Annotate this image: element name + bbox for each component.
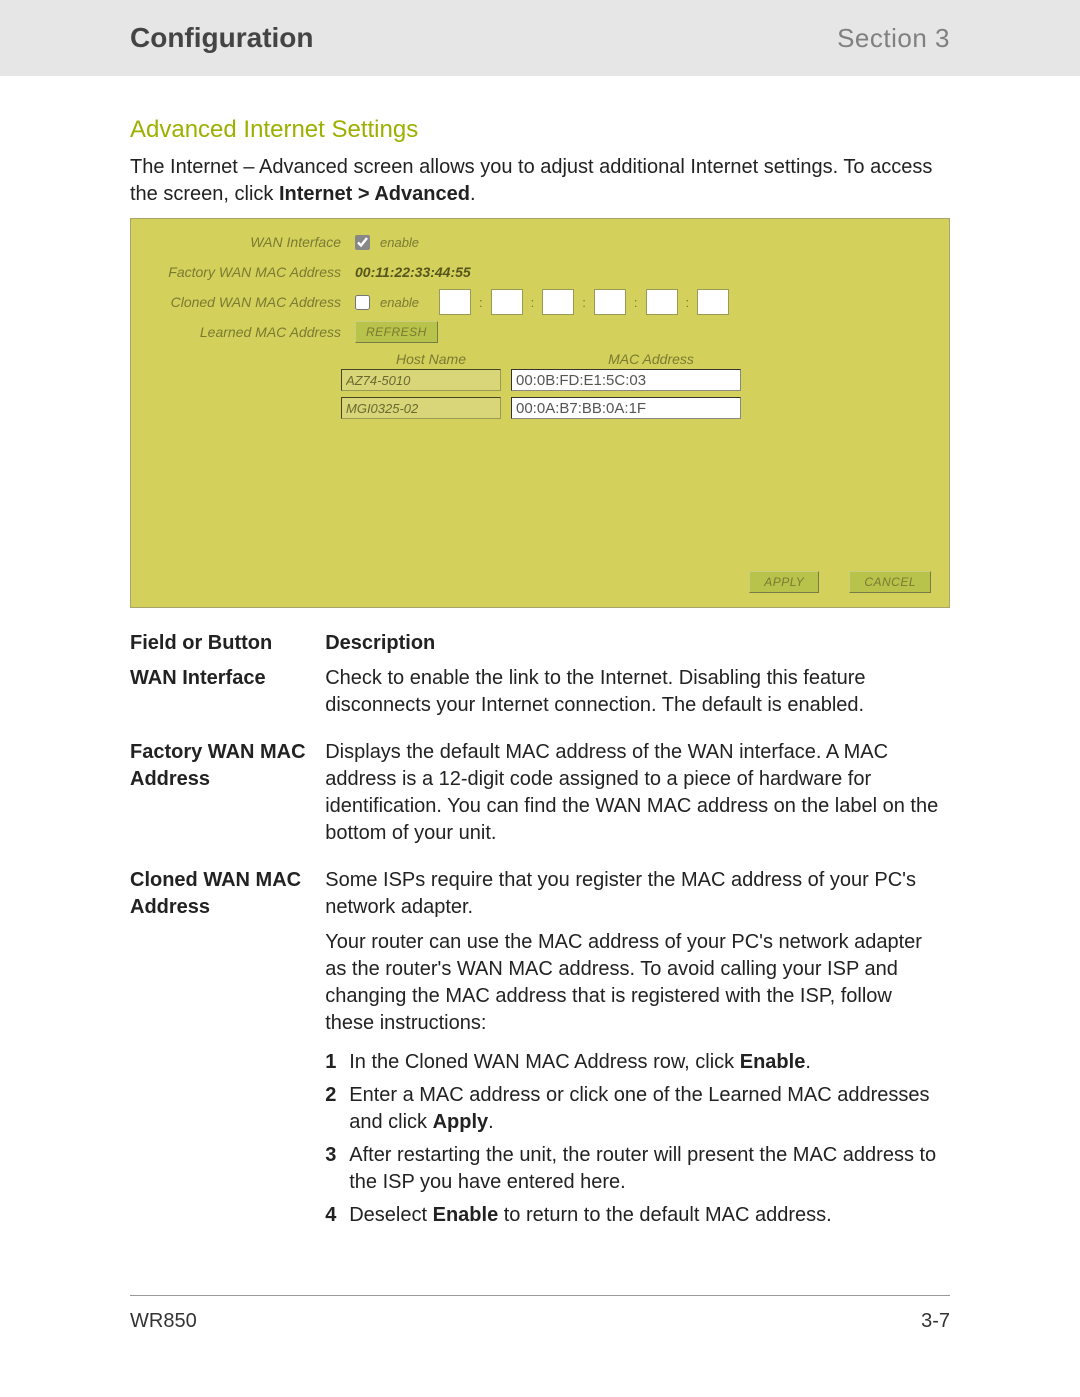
table-row (341, 369, 949, 391)
cloned-steps: 1 In the Cloned WAN MAC Address row, cli… (325, 1049, 942, 1229)
desc-cloned-mac: Some ISPs require that you register the … (325, 867, 950, 1255)
mac-sep: : (632, 295, 640, 310)
wan-enable-label: enable (376, 235, 419, 250)
intro-bold: Internet > Advanced (279, 183, 470, 205)
mac-sep: : (529, 295, 537, 310)
mac-address-field[interactable] (511, 397, 741, 419)
page-header: Configuration Section 3 (0, 0, 1080, 76)
footer-page: 3-7 (921, 1310, 950, 1333)
mac-sep: : (580, 295, 588, 310)
learned-table-header: Host Name MAC Address (341, 347, 949, 369)
mac-sep: : (477, 295, 485, 310)
page-footer: WR850 3-7 (0, 1296, 1080, 1393)
step-text: After restarting the unit, the router wi… (349, 1144, 936, 1193)
field-wan-interface: WAN Interface (130, 665, 325, 739)
step-number: 2 (325, 1082, 349, 1136)
cloned-enable-checkbox[interactable] (355, 295, 370, 310)
section-heading: Advanced Internet Settings (130, 116, 950, 144)
mac-octet-1[interactable] (439, 289, 471, 315)
mac-octet-6[interactable] (697, 289, 729, 315)
intro-part2: . (470, 183, 476, 205)
label-wan-interface: WAN Interface (131, 234, 355, 250)
field-factory-mac: Factory WAN MAC Address (130, 739, 325, 867)
step-text: In the Cloned WAN MAC Address row, click (349, 1051, 740, 1073)
step-1: 1 In the Cloned WAN MAC Address row, cli… (325, 1049, 942, 1076)
mac-octet-2[interactable] (491, 289, 523, 315)
label-cloned-mac: Cloned WAN MAC Address (131, 294, 355, 310)
intro-text: The Internet – Advanced screen allows yo… (130, 154, 950, 208)
refresh-button[interactable]: REFRESH (355, 321, 438, 343)
step-bold: Enable (433, 1204, 499, 1226)
step-bold: Enable (740, 1051, 806, 1073)
label-learned-mac: Learned MAC Address (131, 324, 355, 340)
section-label: Section 3 (837, 23, 950, 54)
step-text: to return to the default MAC address. (498, 1204, 832, 1226)
step-4: 4 Deselect Enable to return to the defau… (325, 1202, 942, 1229)
col-header-host: Host Name (341, 351, 521, 367)
apply-button[interactable]: APPLY (749, 571, 819, 593)
table-row (341, 397, 949, 419)
step-number: 4 (325, 1202, 349, 1229)
cancel-button[interactable]: CANCEL (849, 571, 931, 593)
cloned-para2: Your router can use the MAC address of y… (325, 929, 942, 1037)
step-text: . (805, 1051, 811, 1073)
host-name-field[interactable] (341, 397, 501, 419)
col-header-mac: MAC Address (521, 351, 781, 367)
step-text: Deselect (349, 1204, 432, 1226)
cloned-para1: Some ISPs require that you register the … (325, 867, 942, 921)
router-panel: WAN Interface enable Factory WAN MAC Add… (130, 218, 950, 608)
mac-sep: : (684, 295, 692, 310)
footer-model: WR850 (130, 1310, 197, 1333)
factory-mac-value: 00:11:22:33:44:55 (355, 264, 471, 280)
step-bold: Apply (433, 1111, 489, 1133)
desc-factory-mac: Displays the default MAC address of the … (325, 739, 950, 867)
mac-address-field[interactable] (511, 369, 741, 391)
step-number: 1 (325, 1049, 349, 1076)
host-name-field[interactable] (341, 369, 501, 391)
wan-enable-checkbox[interactable] (355, 235, 370, 250)
step-3: 3 After restarting the unit, the router … (325, 1142, 942, 1196)
mac-octet-4[interactable] (594, 289, 626, 315)
page-title: Configuration (130, 22, 314, 54)
col-header-field: Field or Button (130, 630, 325, 665)
intro-part1: The Internet – Advanced screen allows yo… (130, 156, 932, 205)
content: Advanced Internet Settings The Internet … (0, 76, 1080, 1255)
cloned-enable-label: enable (376, 295, 419, 310)
step-text: . (488, 1111, 494, 1133)
col-header-desc: Description (325, 630, 950, 665)
description-table: Field or Button Description WAN Interfac… (130, 630, 950, 1255)
mac-octet-3[interactable] (542, 289, 574, 315)
mac-octet-5[interactable] (646, 289, 678, 315)
desc-wan-interface: Check to enable the link to the Internet… (325, 665, 950, 739)
step-number: 3 (325, 1142, 349, 1196)
label-factory-mac: Factory WAN MAC Address (131, 264, 355, 280)
field-cloned-mac: Cloned WAN MAC Address (130, 867, 325, 1255)
step-2: 2 Enter a MAC address or click one of th… (325, 1082, 942, 1136)
